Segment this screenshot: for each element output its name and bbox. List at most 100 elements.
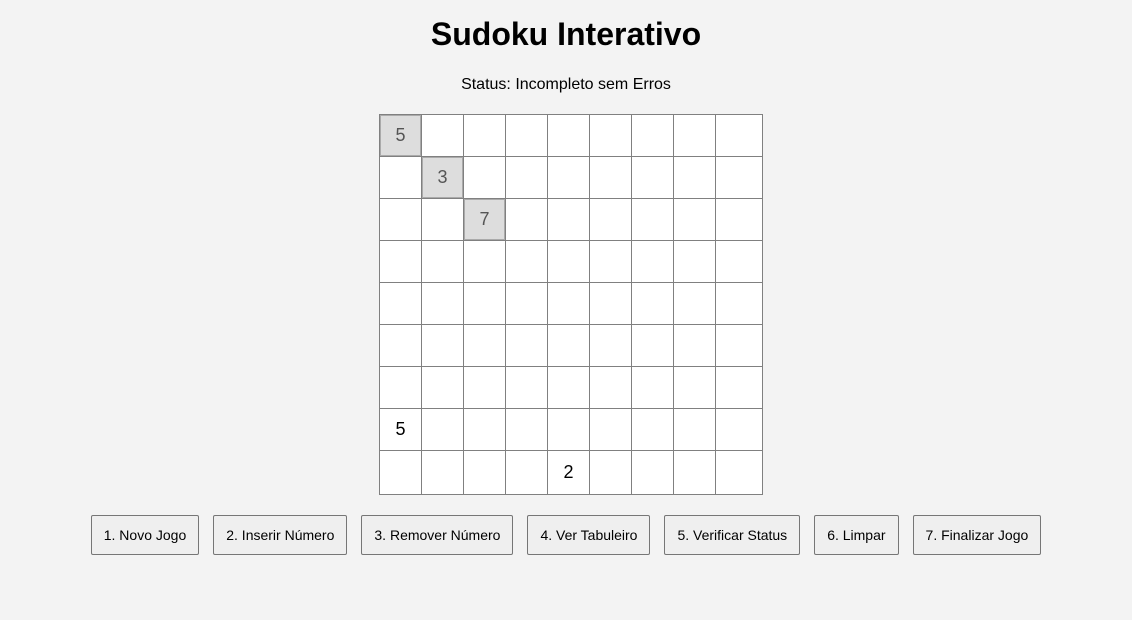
- board-cell[interactable]: [379, 282, 422, 325]
- board-cell[interactable]: [505, 240, 548, 283]
- board-cell[interactable]: [589, 282, 632, 325]
- board-cell[interactable]: [379, 198, 422, 241]
- finish-game-button[interactable]: 7. Finalizar Jogo: [912, 515, 1042, 555]
- board-cell[interactable]: [715, 198, 763, 241]
- board-cell[interactable]: [547, 198, 590, 241]
- board-cell[interactable]: [547, 114, 590, 157]
- board-row: 5: [379, 114, 763, 157]
- board-cell[interactable]: [589, 366, 632, 409]
- board-cell[interactable]: [547, 240, 590, 283]
- board-cell[interactable]: [715, 156, 763, 199]
- board-cell[interactable]: [421, 114, 464, 157]
- board-cell[interactable]: [547, 324, 590, 367]
- board-cell[interactable]: [421, 408, 464, 451]
- view-board-button[interactable]: 4. Ver Tabuleiro: [527, 515, 651, 555]
- board-row: 2: [379, 450, 763, 495]
- board-cell[interactable]: [673, 366, 716, 409]
- board-cell[interactable]: [631, 114, 674, 157]
- sudoku-board: 53752: [379, 114, 763, 495]
- board-cell[interactable]: [421, 366, 464, 409]
- board-cell[interactable]: [631, 450, 674, 495]
- board-cell[interactable]: [379, 240, 422, 283]
- board-row: 5: [379, 408, 763, 451]
- board-cell[interactable]: [421, 450, 464, 495]
- status-text: Status: Incompleto sem Erros: [461, 76, 671, 93]
- board-cell[interactable]: [631, 198, 674, 241]
- board-cell[interactable]: [673, 282, 716, 325]
- board-cell[interactable]: [715, 450, 763, 495]
- board-cell[interactable]: [715, 408, 763, 451]
- board-row: [379, 324, 763, 367]
- board-cell[interactable]: [463, 114, 506, 157]
- board-cell[interactable]: [463, 282, 506, 325]
- action-buttons: 1. Novo Jogo 2. Inserir Número 3. Remove…: [0, 515, 1132, 555]
- board-cell[interactable]: [379, 156, 422, 199]
- board-cell[interactable]: [505, 450, 548, 495]
- board-cell[interactable]: [421, 198, 464, 241]
- check-status-button[interactable]: 5. Verificar Status: [664, 515, 801, 555]
- board-cell[interactable]: [715, 282, 763, 325]
- board-cell[interactable]: [505, 282, 548, 325]
- board-cell[interactable]: [715, 324, 763, 367]
- board-cell[interactable]: [631, 240, 674, 283]
- board-cell[interactable]: [505, 324, 548, 367]
- board-cell[interactable]: [631, 282, 674, 325]
- board-cell[interactable]: [421, 324, 464, 367]
- board-cell[interactable]: [589, 240, 632, 283]
- board-cell[interactable]: [505, 156, 548, 199]
- board-cell[interactable]: [673, 156, 716, 199]
- board-cell[interactable]: 2: [547, 450, 590, 495]
- board-cell[interactable]: [589, 324, 632, 367]
- board-cell[interactable]: [463, 240, 506, 283]
- board-cell[interactable]: [379, 366, 422, 409]
- board-cell[interactable]: [673, 240, 716, 283]
- board-cell[interactable]: [589, 156, 632, 199]
- board-cell[interactable]: [589, 114, 632, 157]
- board-cell[interactable]: [589, 198, 632, 241]
- board-cell[interactable]: [631, 408, 674, 451]
- board-cell[interactable]: [673, 198, 716, 241]
- page-title: Sudoku Interativo: [430, 16, 702, 52]
- board-cell[interactable]: [673, 450, 716, 495]
- board-cell[interactable]: [463, 324, 506, 367]
- board-cell[interactable]: [463, 156, 506, 199]
- board-row: [379, 240, 763, 283]
- board-cell[interactable]: [715, 366, 763, 409]
- fixed-cell: 5: [379, 114, 422, 157]
- board-cell[interactable]: [673, 324, 716, 367]
- board-row: 3: [379, 156, 763, 199]
- board-cell[interactable]: [547, 156, 590, 199]
- new-game-button[interactable]: 1. Novo Jogo: [90, 515, 200, 555]
- board-row: [379, 366, 763, 409]
- board-row: 7: [379, 198, 763, 241]
- board-cell[interactable]: [463, 366, 506, 409]
- board-cell[interactable]: [547, 282, 590, 325]
- board-cell[interactable]: [505, 366, 548, 409]
- board-cell[interactable]: [547, 408, 590, 451]
- clear-button[interactable]: 6. Limpar: [814, 515, 899, 555]
- board-cell[interactable]: [547, 366, 590, 409]
- board-cell[interactable]: [463, 408, 506, 451]
- board-cell[interactable]: [505, 408, 548, 451]
- board-cell[interactable]: [631, 156, 674, 199]
- board-cell[interactable]: [589, 408, 632, 451]
- board-cell[interactable]: [505, 198, 548, 241]
- board-row: [379, 282, 763, 325]
- board-cell[interactable]: [421, 282, 464, 325]
- board-cell[interactable]: [421, 240, 464, 283]
- board-cell[interactable]: [379, 324, 422, 367]
- board-cell[interactable]: [673, 114, 716, 157]
- board-cell[interactable]: [715, 240, 763, 283]
- board-cell[interactable]: [631, 324, 674, 367]
- board-cell[interactable]: [379, 450, 422, 495]
- board-cell[interactable]: [589, 450, 632, 495]
- board-cell[interactable]: [673, 408, 716, 451]
- board-cell[interactable]: [463, 450, 506, 495]
- board-cell[interactable]: 5: [379, 408, 422, 451]
- remove-number-button[interactable]: 3. Remover Número: [361, 515, 514, 555]
- insert-number-button[interactable]: 2. Inserir Número: [213, 515, 348, 555]
- board-cell[interactable]: [505, 114, 548, 157]
- fixed-cell: 3: [421, 156, 464, 199]
- board-cell[interactable]: [715, 114, 763, 157]
- board-cell[interactable]: [631, 366, 674, 409]
